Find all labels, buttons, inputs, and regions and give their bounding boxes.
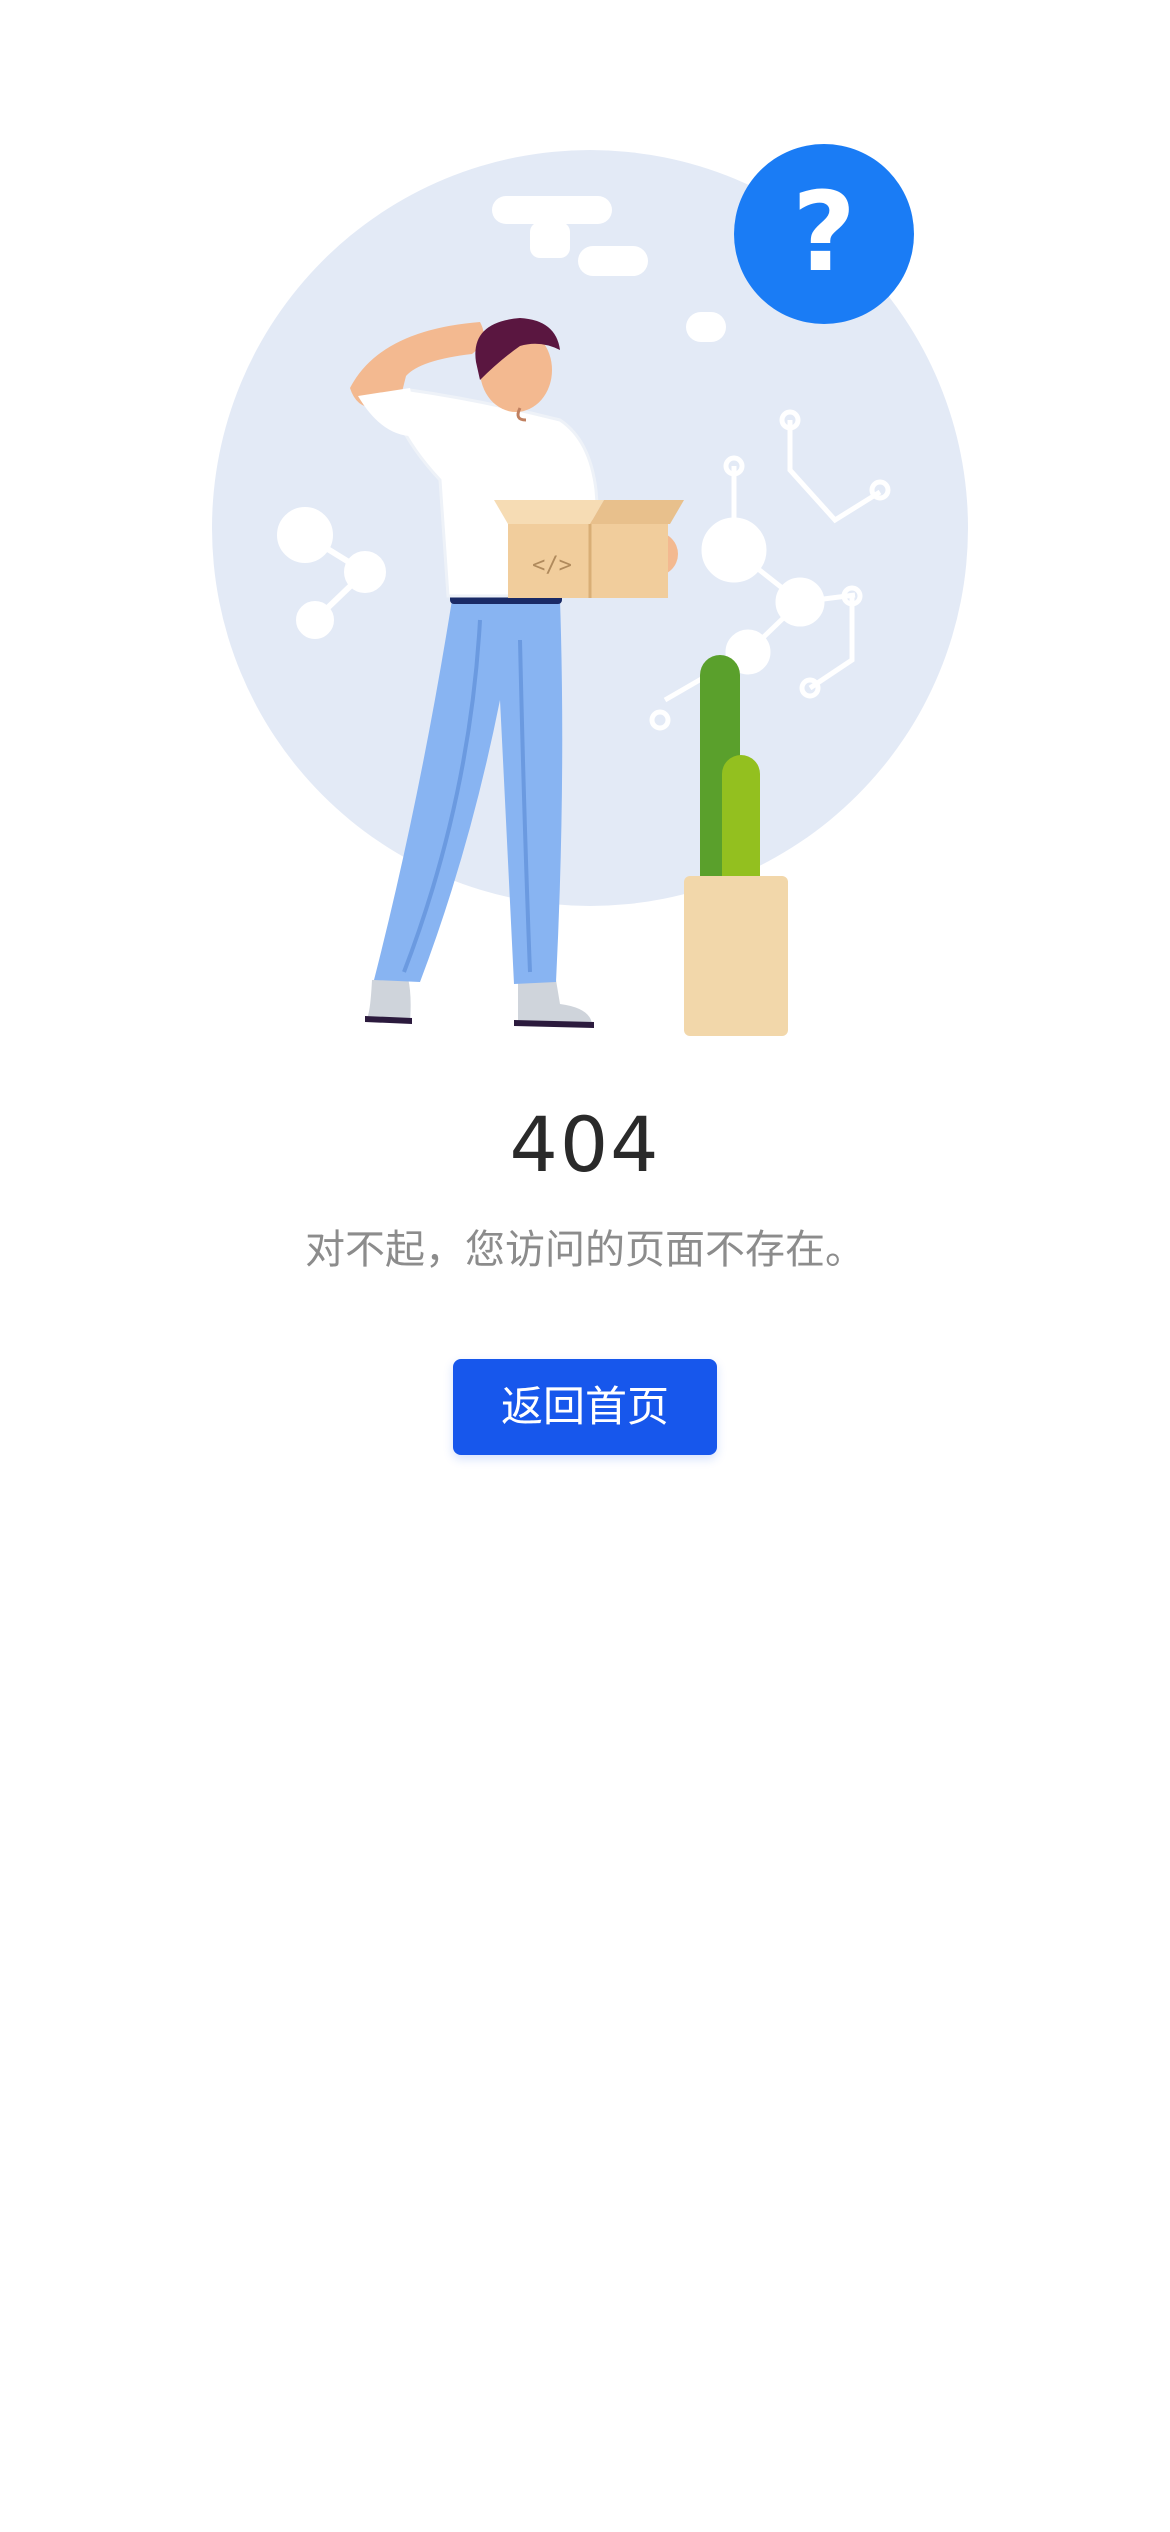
error-page: ? </> 404 对不起，您访问的页面不存在。 返回首页 — [0, 0, 1170, 2532]
not-found-illustration: ? </> — [212, 144, 968, 1036]
error-code: 404 — [509, 1100, 661, 1189]
svg-text:</>: </> — [532, 553, 572, 578]
back-to-home-button[interactable]: 返回首页 — [453, 1359, 717, 1455]
question-mark-icon: ? — [792, 168, 856, 296]
error-message: 对不起，您访问的页面不存在。 — [305, 1227, 865, 1273]
question-badge: ? — [734, 144, 914, 324]
